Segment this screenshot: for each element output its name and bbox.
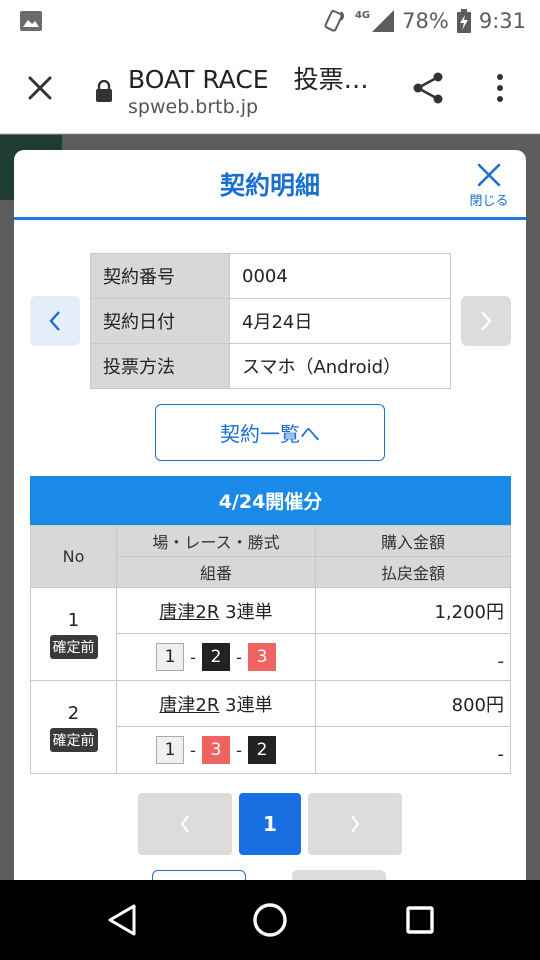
modal-close-button[interactable]: 閉じる [466, 162, 512, 210]
info-row: 契約日付 4月24日 [90, 298, 451, 344]
status-badge: 確定前 [49, 727, 98, 752]
browser-toolbar: BOAT RACE 投票… spweb.brtb.jp [0, 42, 540, 134]
race-link[interactable]: 唐津2R [159, 602, 219, 623]
chevron-right-icon [351, 815, 360, 833]
boat-number: 3 [202, 736, 230, 764]
boat-number: 2 [202, 643, 230, 671]
purchase-amount: 1,200円 [315, 587, 511, 634]
pager-page-current[interactable]: 1 [239, 793, 301, 855]
status-badge: 確定前 [49, 634, 98, 659]
chevron-left-icon [180, 815, 189, 833]
row-number: 1 [67, 609, 80, 631]
header-race-info: 場・レース・勝式 [116, 525, 316, 557]
combo-cell: 1-3-2 [116, 726, 316, 774]
prev-contract-button[interactable] [30, 296, 80, 346]
header-purchase: 購入金額 [315, 525, 511, 557]
modal-title: 契約明細 [219, 171, 320, 200]
combo-separator: - [190, 647, 196, 667]
section-title: 4/24開催分 [30, 476, 511, 525]
header-combination: 組番 [116, 556, 316, 588]
clock: 9:31 [478, 9, 526, 33]
header-no: No [30, 525, 117, 588]
next-contract-button[interactable] [461, 296, 511, 346]
battery-charging-icon [456, 9, 471, 33]
info-value: 0004 [229, 253, 451, 299]
header-payout: 払戻金額 [315, 556, 511, 588]
info-key: 契約日付 [90, 298, 230, 344]
system-nav-bar [0, 880, 540, 960]
boat-number: 1 [156, 643, 184, 671]
signal-icon [372, 10, 395, 32]
contract-list-button[interactable]: 契約一覧へ [155, 404, 385, 461]
close-icon[interactable] [24, 72, 56, 104]
modal-header: 契約明細 閉じる [14, 150, 526, 220]
race-cell: 唐津2R 3連単 [116, 587, 316, 634]
info-key: 契約番号 [90, 253, 230, 299]
vibrate-icon [324, 9, 344, 32]
info-value: スマホ（Android） [229, 343, 451, 389]
combo-separator: - [236, 647, 242, 667]
network-type: 4G [354, 9, 371, 21]
table-row: 1 確定前 唐津2R 3連単 1,200円 [30, 587, 511, 681]
boat-number: 2 [248, 736, 276, 764]
image-icon [20, 11, 42, 31]
share-icon[interactable] [410, 70, 446, 106]
pager-prev-button[interactable] [138, 793, 232, 855]
table-header-row: No 場・レース・勝式 購入金額 [30, 525, 511, 588]
bet-detail-table: No 場・レース・勝式 購入金額 組番 払戻金額 1 確定前 唐津2R 3連単 … [30, 525, 511, 774]
info-value: 4月24日 [229, 298, 451, 344]
status-bar: 4G 78% 9:31 [0, 0, 540, 42]
race-cell: 唐津2R 3連単 [116, 680, 316, 727]
close-label: 閉じる [469, 194, 509, 209]
race-link[interactable]: 唐津2R [159, 695, 219, 716]
info-key: 投票方法 [90, 343, 230, 389]
battery-percent: 78% [402, 9, 449, 33]
info-row: 投票方法 スマホ（Android） [90, 343, 451, 389]
contract-detail-modal: 契約明細 閉じる 契約番号 0004 契約日付 4月24日 投票方法 スマホ（A… [14, 150, 526, 890]
boat-number: 3 [248, 643, 276, 671]
boat-number: 1 [156, 736, 184, 764]
home-icon[interactable] [250, 900, 290, 940]
lock-icon [96, 80, 112, 102]
payout-amount: - [315, 726, 511, 774]
page-url[interactable]: spweb.brtb.jp [128, 96, 258, 118]
more-vert-icon[interactable] [488, 70, 512, 106]
row-no-cell: 1 確定前 [30, 587, 117, 681]
payout-amount: - [315, 633, 511, 681]
contract-info-table: 契約番号 0004 契約日付 4月24日 投票方法 スマホ（Android） [90, 253, 451, 389]
combo-separator: - [236, 740, 242, 760]
purchase-amount: 800円 [315, 680, 511, 727]
recents-icon[interactable] [402, 900, 438, 940]
row-number: 2 [67, 702, 80, 724]
close-icon [477, 163, 501, 187]
pager-next-button[interactable] [308, 793, 402, 855]
table-row: 2 確定前 唐津2R 3連単 800円 [30, 680, 511, 774]
info-row: 契約番号 0004 [90, 253, 451, 299]
page-title: BOAT RACE 投票… [128, 65, 369, 94]
bet-type: 3連単 [225, 694, 273, 716]
chevron-right-icon [481, 311, 492, 331]
combo-separator: - [190, 740, 196, 760]
combo-cell: 1-2-3 [116, 633, 316, 681]
chevron-left-icon [49, 311, 60, 331]
bet-type: 3連単 [225, 601, 273, 623]
row-no-cell: 2 確定前 [30, 680, 117, 774]
back-icon[interactable] [104, 900, 140, 940]
